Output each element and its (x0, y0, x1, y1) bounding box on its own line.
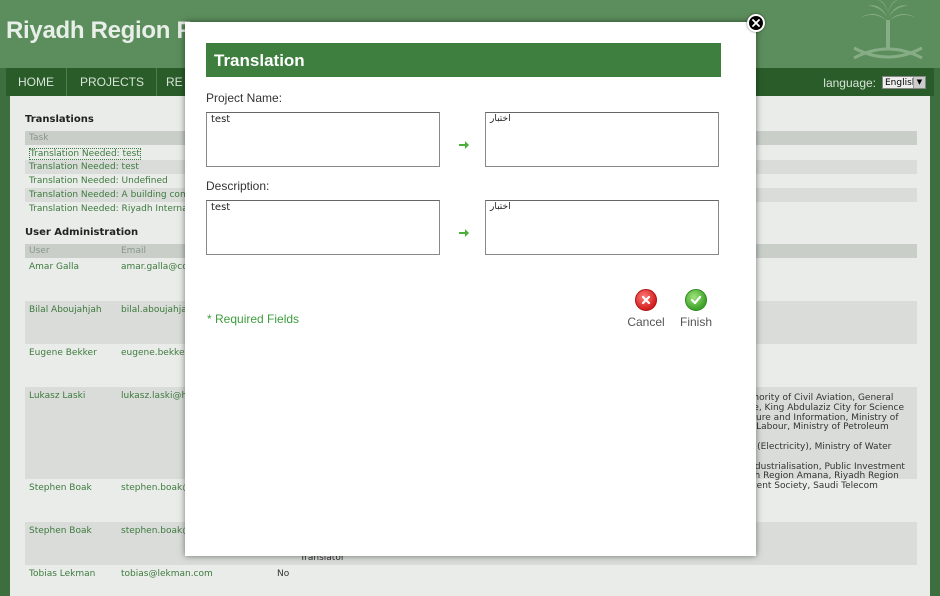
user-name[interactable]: Amar Galla (29, 262, 79, 272)
chevron-down-icon: ▼ (913, 77, 925, 88)
arrow-right-icon (459, 141, 469, 149)
modal-title: Translation (214, 51, 305, 70)
user-name[interactable]: Lukasz Laski (29, 391, 85, 401)
nav-projects[interactable]: PROJECTS (68, 68, 158, 96)
agency-line: city (Electricity), Ministry of Water an… (738, 441, 892, 461)
project-name-label: Project Name: (206, 91, 283, 105)
close-icon[interactable] (747, 14, 765, 32)
task-link[interactable]: Translation Needed: test (29, 148, 141, 160)
site-title: Riyadh Region F (6, 17, 191, 44)
check-icon (685, 289, 707, 311)
column-user: User (29, 246, 50, 256)
project-name-source-field[interactable]: test (206, 112, 440, 167)
description-label: Description: (206, 179, 270, 193)
user-name[interactable]: Stephen Boak (29, 483, 92, 493)
translations-heading: Translations (25, 114, 94, 125)
user-admin-heading: User Administration (25, 227, 139, 238)
user-name[interactable]: Bilal Aboujahjah (29, 305, 102, 315)
cancel-label: Cancel (627, 315, 665, 329)
description-target-field[interactable]: اختبار (485, 200, 719, 255)
task-link[interactable]: Translation Needed: test (29, 162, 139, 172)
saudi-emblem-icon (853, 0, 923, 60)
nav-home[interactable]: HOME (6, 68, 67, 96)
modal-header: Translation (206, 43, 721, 77)
language-select[interactable]: English ▼ (882, 76, 926, 89)
agencies-text: Authority of Civil Aviation, General Car… (738, 393, 908, 492)
finish-button[interactable]: Finish (676, 289, 716, 329)
finish-label: Finish (679, 315, 712, 329)
agency-line: r of Labour, Ministry of Petroleum and (738, 422, 889, 442)
column-email: Email (121, 246, 146, 256)
task-link[interactable]: Translation Needed: Undefined (29, 176, 168, 186)
description-source-field[interactable]: test (206, 200, 440, 255)
user-name[interactable]: Eugene Bekker (29, 348, 97, 358)
user-email[interactable]: tobias@lekman.com (121, 569, 213, 579)
user-name[interactable]: Tobias Lekman (29, 569, 95, 579)
required-fields-note: * Required Fields (207, 312, 300, 326)
agency-line: rescent Society, Saudi Telecom (738, 481, 878, 492)
project-name-target-field[interactable]: اختبار (485, 112, 719, 167)
cancel-button[interactable]: Cancel (626, 289, 666, 329)
user-name[interactable]: Stephen Boak (29, 526, 92, 536)
table-row[interactable]: Tobias Lekman tobias@lekman.com No (25, 565, 917, 585)
task-link[interactable]: Translation Needed: A building complex (29, 190, 208, 200)
translation-modal: Translation Project Name: test اختبار De… (185, 22, 756, 556)
arrow-right-icon (459, 229, 469, 237)
user-flag: No (277, 569, 290, 579)
cancel-icon (635, 289, 657, 311)
language-label: language: (823, 76, 876, 90)
column-task: Task (29, 133, 49, 143)
